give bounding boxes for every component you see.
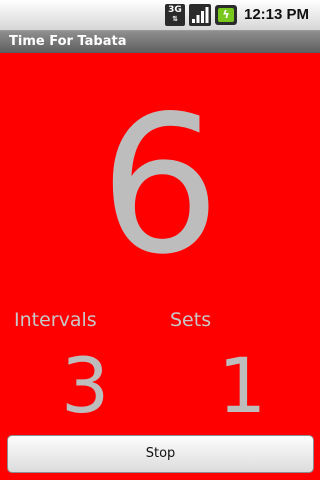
intervals-label: Intervals xyxy=(14,309,97,331)
charging-bolt-icon: ϟ xyxy=(218,8,234,22)
data-arrows-icon: ⇅ xyxy=(172,15,178,23)
sets-label: Sets xyxy=(170,309,212,331)
app-title-bar: Time For Tabata xyxy=(0,31,320,53)
network-type-label: 3G xyxy=(168,5,182,15)
countdown-value: 6 xyxy=(99,75,221,296)
signal-strength-icon xyxy=(189,4,211,26)
3g-data-icon: 3G ⇅ xyxy=(165,4,185,26)
status-bar: 3G ⇅ ϟ 12:13 PM xyxy=(0,0,320,31)
status-time: 12:13 PM xyxy=(244,6,310,23)
timer-panel: 6 Intervals Sets 3 1 xyxy=(0,53,320,480)
battery-charging-icon: ϟ xyxy=(215,5,237,25)
intervals-value: 3 xyxy=(61,341,110,430)
stop-button[interactable]: Stop xyxy=(7,435,314,473)
app-title: Time For Tabata xyxy=(9,34,127,49)
sets-value: 1 xyxy=(218,341,267,430)
